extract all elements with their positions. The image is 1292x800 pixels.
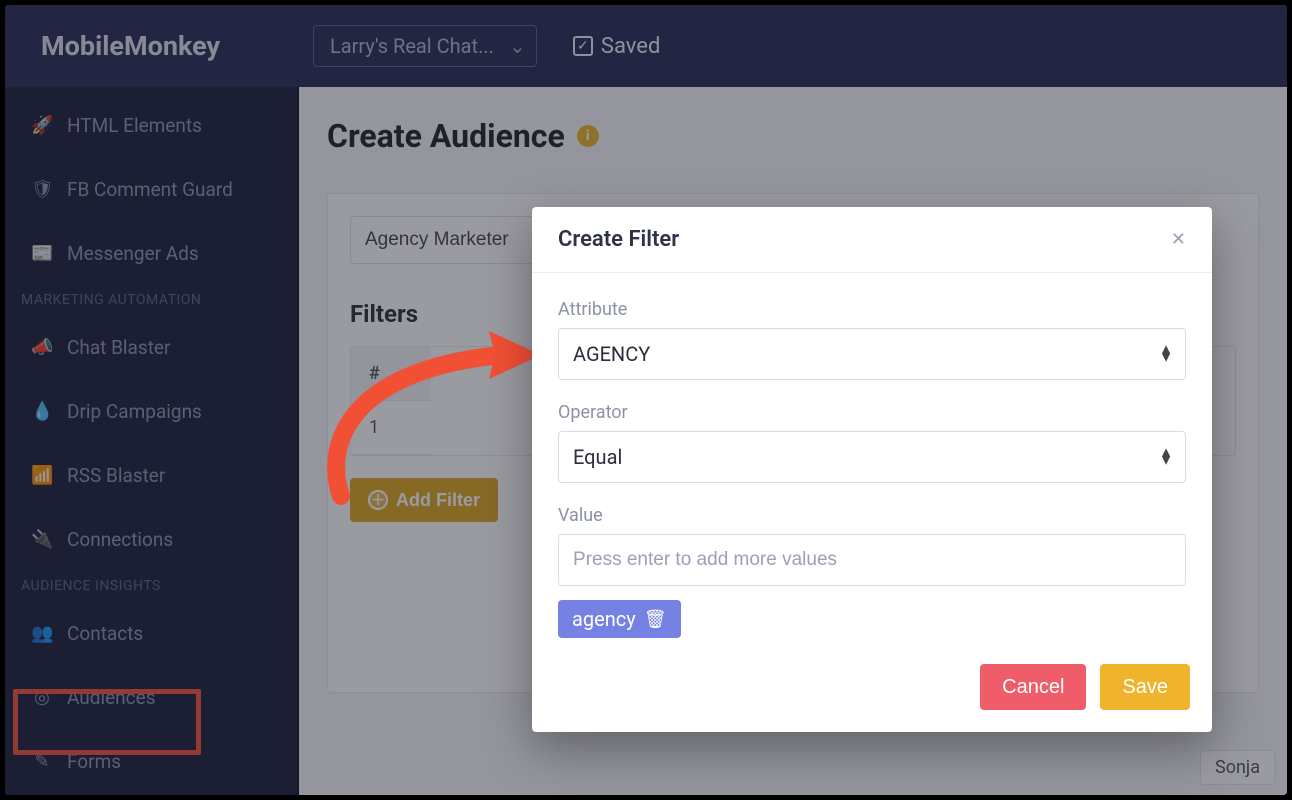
modal-title: Create Filter [558, 227, 679, 252]
create-filter-modal: Create Filter ✕ Attribute AGENCY ▲▼ Oper… [532, 207, 1212, 732]
chip-text: agency [572, 607, 636, 631]
attribute-label: Attribute [558, 299, 1186, 320]
trash-icon[interactable]: 🗑 [644, 609, 667, 630]
app-frame: MobileMonkey Larry's Real Chat... ⌄ ✓ Sa… [5, 5, 1287, 795]
value-label: Value [558, 505, 1186, 526]
operator-label: Operator [558, 402, 1186, 423]
operator-value: Equal [573, 445, 622, 469]
operator-select[interactable]: Equal ▲▼ [558, 431, 1186, 483]
value-chip[interactable]: agency 🗑 [558, 600, 681, 638]
sort-updown-icon: ▲▼ [1159, 449, 1173, 466]
sort-updown-icon: ▲▼ [1159, 346, 1173, 363]
attribute-value: AGENCY [573, 342, 650, 366]
value-input[interactable] [558, 534, 1186, 586]
attribute-select[interactable]: AGENCY ▲▼ [558, 328, 1186, 380]
save-button[interactable]: Save [1100, 664, 1190, 710]
close-icon[interactable]: ✕ [1171, 229, 1186, 250]
cancel-button[interactable]: Cancel [980, 664, 1086, 710]
